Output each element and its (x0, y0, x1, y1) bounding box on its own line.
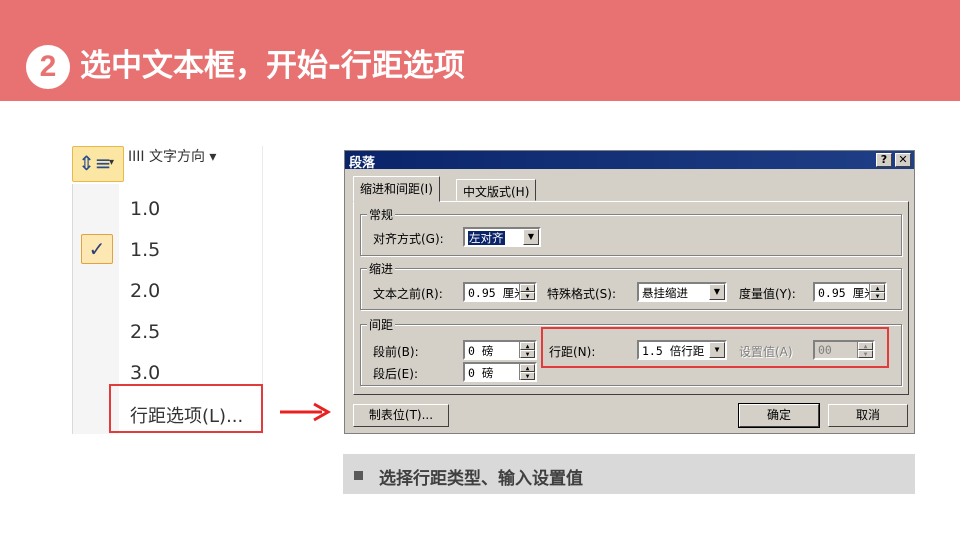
by-spinner[interactable]: ▲ ▼ (869, 284, 885, 300)
down-arrow-icon[interactable]: ▼ (520, 350, 535, 358)
before-text-input[interactable]: 0.95 厘米 ▲ ▼ (463, 282, 537, 302)
title-banner: 2 选中文本框，开始-行距选项 (0, 0, 960, 101)
alignment-label: 对齐方式(G): (373, 232, 444, 246)
special-value: 悬挂缩进 (642, 286, 688, 300)
checkmark-icon: ✓ (81, 234, 113, 264)
spacing-group-label: 间距 (367, 316, 396, 333)
up-arrow-icon[interactable]: ▲ (520, 342, 535, 350)
menu-item-1-5[interactable]: 1.5 (130, 239, 160, 261)
tab-indents-spacing[interactable]: 缩进和间距(I) (353, 176, 440, 202)
chevron-down-icon[interactable]: ▼ (523, 229, 539, 245)
ok-button[interactable]: 确定 (738, 403, 820, 428)
tab-asian-typography[interactable]: 中文版式(H) (456, 179, 537, 201)
general-group-label: 常规 (367, 206, 396, 223)
indentation-group-label: 缩进 (367, 260, 396, 277)
space-after-input[interactable]: 0 磅 ▲ ▼ (463, 362, 537, 382)
up-arrow-icon[interactable]: ▲ (870, 284, 885, 292)
by-value: 0.95 厘米 (818, 286, 876, 300)
space-before-label: 段前(B): (373, 345, 419, 359)
space-before-value: 0 磅 (468, 344, 494, 358)
chevron-down-icon: ▾ (109, 157, 115, 168)
dialog-title: 段落 (349, 156, 376, 171)
slide-title: 选中文本框，开始-行距选项 (80, 48, 465, 84)
menu-item-3-0[interactable]: 3.0 (130, 362, 160, 384)
paragraph-dialog: 段落 ? ✕ 缩进和间距(I) 中文版式(H) 常规 对齐方式(G): 左对齐 … (344, 150, 915, 434)
tabs-button[interactable]: 制表位(T)... (353, 404, 449, 427)
space-before-input[interactable]: 0 磅 ▲ ▼ (463, 340, 537, 360)
space-after-spinner[interactable]: ▲ ▼ (519, 364, 535, 380)
general-group: 常规 对齐方式(G): 左对齐 ▼ (360, 206, 902, 256)
menu-item-1-0[interactable]: 1.0 (130, 198, 160, 220)
up-arrow-icon[interactable]: ▲ (520, 364, 535, 372)
before-text-label: 文本之前(R): (373, 287, 443, 301)
up-arrow-icon[interactable]: ▲ (520, 284, 535, 292)
highlight-box-line-spacing (541, 327, 889, 368)
before-text-value: 0.95 厘米 (468, 286, 526, 300)
alignment-select[interactable]: 左对齐 ▼ (463, 227, 541, 247)
dialog-titlebar: 段落 ? ✕ (345, 151, 914, 171)
line-spacing-icon: ⇕≡ (78, 151, 112, 175)
menu-item-2-5[interactable]: 2.5 (130, 321, 160, 343)
space-after-value: 0 磅 (468, 366, 494, 380)
down-arrow-icon[interactable]: ▼ (520, 372, 535, 380)
special-select[interactable]: 悬挂缩进 ▼ (637, 282, 727, 302)
cancel-button[interactable]: 取消 (828, 404, 908, 427)
caption-text: 选择行距类型、输入设置值 (379, 469, 583, 489)
highlight-box-options (109, 384, 263, 433)
text-direction-toolbar-fragment[interactable]: IIII 文字方向 ▾ (128, 146, 262, 162)
right-arrow-icon (280, 402, 332, 422)
line-spacing-button[interactable]: ⇕≡ ▾ (72, 146, 124, 182)
menu-item-2-0[interactable]: 2.0 (130, 280, 160, 302)
alignment-value: 左对齐 (468, 231, 505, 245)
down-arrow-icon[interactable]: ▼ (520, 292, 535, 300)
help-button[interactable]: ? (876, 153, 892, 167)
chevron-down-icon[interactable]: ▼ (709, 284, 725, 300)
space-before-spinner[interactable]: ▲ ▼ (519, 342, 535, 358)
caption-box: 选择行距类型、输入设置值 (343, 454, 915, 494)
before-text-spinner[interactable]: ▲ ▼ (519, 284, 535, 300)
close-button[interactable]: ✕ (895, 153, 911, 167)
special-label: 特殊格式(S): (547, 287, 617, 301)
by-label: 度量值(Y): (739, 287, 796, 301)
space-after-label: 段后(E): (373, 367, 418, 381)
by-input[interactable]: 0.95 厘米 ▲ ▼ (813, 282, 887, 302)
step-number-badge: 2 (26, 45, 70, 89)
indentation-group: 缩进 文本之前(R): 0.95 厘米 ▲ ▼ 特殊格式(S): 悬挂缩进 ▼ 度… (360, 260, 902, 310)
down-arrow-icon[interactable]: ▼ (870, 292, 885, 300)
bullet-square-icon (354, 471, 363, 480)
